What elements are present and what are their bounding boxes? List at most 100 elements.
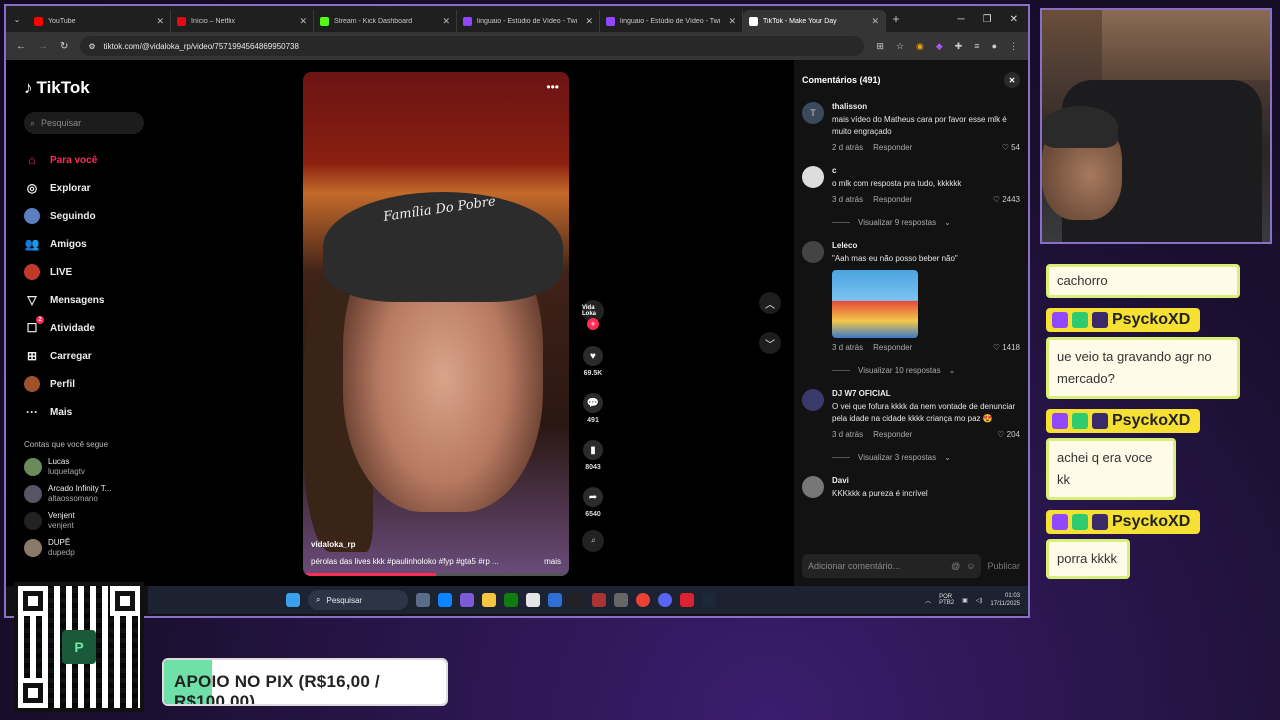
view-replies-button[interactable]: Visualizar 10 respostas ⌄ — [832, 366, 1020, 375]
sidebar-item-para-voce[interactable]: ⌂ Para você — [24, 146, 154, 174]
avatar[interactable] — [802, 476, 824, 498]
avatar[interactable] — [802, 389, 824, 411]
comment-like[interactable]: ♡ 54 — [1002, 143, 1020, 152]
browser-tab[interactable]: linguaio - Estúdio de Vídeo - Twi ✕ — [600, 10, 743, 32]
more-link[interactable]: mais — [544, 557, 561, 566]
taskbar-app-icon[interactable] — [504, 593, 518, 607]
following-account[interactable]: Venjent venjent — [24, 511, 154, 530]
taskbar-app-icon[interactable] — [482, 593, 496, 607]
following-account[interactable]: Lucas luquetagtv — [24, 457, 154, 476]
follow-plus-icon[interactable]: + — [587, 318, 599, 330]
view-replies-button[interactable]: Visualizar 9 respostas ⌄ — [832, 218, 1020, 227]
close-tab-icon[interactable]: ✕ — [585, 16, 593, 27]
close-window-icon[interactable]: ✕ — [1010, 14, 1018, 25]
profile-avatar-icon[interactable]: ● — [992, 41, 997, 52]
browser-tab[interactable]: Início – Netflix ✕ — [171, 10, 314, 32]
chevron-up-icon[interactable]: ︿ — [759, 292, 781, 314]
taskbar-app-icon[interactable] — [438, 593, 452, 607]
comment-like[interactable]: ♡ 1418 — [993, 343, 1020, 352]
reload-icon[interactable]: ↻ — [60, 41, 68, 52]
close-comments-icon[interactable]: ✕ — [1004, 72, 1020, 88]
comment-input[interactable]: Adicionar comentário... @ ☺ — [802, 554, 982, 578]
sidebar-item-atividade[interactable]: ☐ 2 Atividade — [24, 314, 154, 342]
comment-like[interactable]: ♡ 2443 — [993, 195, 1020, 204]
comment-like[interactable]: ♡ 204 — [997, 430, 1020, 439]
minimize-icon[interactable]: ─ — [958, 14, 965, 25]
chrome-icon[interactable] — [636, 593, 650, 607]
close-tab-icon[interactable]: ✕ — [442, 16, 450, 27]
back-icon[interactable]: ← — [16, 41, 26, 52]
avatar[interactable]: T — [802, 102, 824, 124]
taskbar-app-icon[interactable] — [570, 593, 584, 607]
browser-tab[interactable]: YouTube ✕ — [28, 10, 171, 32]
browser-tab[interactable]: linguaio - Estúdio de Vídeo - Twi ✕ — [457, 10, 600, 32]
close-tab-icon[interactable]: ✕ — [299, 16, 307, 27]
taskbar-app-icon[interactable] — [614, 593, 628, 607]
url-field[interactable]: ⚙ tiktok.com/@vidaloka_rp/video/75719945… — [80, 36, 865, 56]
sidebar-item-mais[interactable]: ··· Mais — [24, 398, 154, 426]
taskbar-app-icon[interactable] — [526, 593, 540, 607]
comment-gif[interactable] — [832, 270, 918, 338]
taskbar-app-icon[interactable] — [548, 593, 562, 607]
sidebar-item-mensagens[interactable]: ▽ Mensagens — [24, 286, 154, 314]
forward-icon[interactable]: → — [38, 41, 48, 52]
tiktok-logo[interactable]: ♪ TikTok — [24, 78, 154, 98]
chevron-down-icon[interactable]: ﹀ — [759, 332, 781, 354]
taskbar-app-icon[interactable] — [592, 593, 606, 607]
mention-icon[interactable]: @ — [951, 561, 960, 571]
taskbar-clock[interactable]: 01:03 17/11/2025 — [990, 592, 1020, 608]
site-info-icon[interactable]: ⚙ — [88, 42, 95, 51]
install-icon[interactable]: ⊞ — [876, 41, 884, 52]
discord-icon[interactable] — [658, 593, 672, 607]
sidebar-item-seguindo[interactable]: Seguindo — [24, 202, 154, 230]
media-icon[interactable]: ≡ — [974, 41, 979, 52]
steam-icon[interactable] — [702, 593, 716, 607]
sound-disc-icon[interactable]: ♫ — [582, 530, 604, 552]
rss-icon[interactable]: ◉ — [916, 41, 924, 52]
taskbar-search[interactable]: ⌕ Pesquisar — [308, 590, 408, 610]
close-tab-icon[interactable]: ✕ — [728, 16, 736, 27]
sidebar-item-amigos[interactable]: 👥 Amigos — [24, 230, 154, 258]
browser-tab[interactable]: Stream - Kick Dashboard ✕ — [314, 10, 457, 32]
avatar[interactable] — [802, 166, 824, 188]
reply-button[interactable]: Responder — [873, 143, 912, 152]
following-account[interactable]: DUPÊ dupedp — [24, 538, 154, 557]
avatar[interactable] — [802, 241, 824, 263]
search-input[interactable]: ⌕ Pesquisar — [24, 112, 144, 134]
publish-button[interactable]: Publicar — [987, 561, 1020, 571]
browser-menu-icon[interactable]: ⋮ — [1009, 41, 1018, 52]
share-action[interactable]: ➦ 6540 — [583, 487, 603, 518]
windows-start-icon[interactable] — [286, 593, 300, 607]
bookmark-star-icon[interactable]: ☆ — [896, 41, 904, 52]
sidebar-item-explorar[interactable]: ◎ Explorar — [24, 174, 154, 202]
sidebar-item-perfil[interactable]: Perfil — [24, 370, 154, 398]
video-username[interactable]: vidaloka_rp — [311, 540, 561, 549]
video-player[interactable]: Família Do Pobre ••• vidaloka_rp pérolas… — [303, 72, 569, 576]
restore-icon[interactable]: ❐ — [983, 14, 992, 25]
taskbar-app-icon[interactable] — [416, 593, 430, 607]
sidebar-item-live[interactable]: LIVE — [24, 258, 154, 286]
volume-icon[interactable]: ◁) — [976, 597, 983, 604]
browser-tab-active[interactable]: TikTok - Make Your Day ✕ — [743, 10, 886, 32]
network-icon[interactable]: ▣ — [962, 597, 968, 604]
emoji-icon[interactable]: ☺ — [966, 561, 975, 571]
puzzle-icon[interactable]: ✚ — [955, 41, 963, 52]
reply-button[interactable]: Responder — [873, 195, 912, 204]
reply-button[interactable]: Responder — [873, 343, 912, 352]
tab-search-dropdown[interactable]: ⌄ — [6, 15, 28, 24]
taskbar-app-icon[interactable] — [680, 593, 694, 607]
close-tab-icon[interactable]: ✕ — [156, 16, 164, 27]
video-progress-bar[interactable] — [303, 573, 569, 576]
like-action[interactable]: ♥ 69.5K — [583, 346, 603, 377]
view-replies-button[interactable]: Visualizar 3 respostas ⌄ — [832, 453, 1020, 462]
following-account[interactable]: Arcado Infinity T... altaossomano — [24, 484, 154, 503]
save-action[interactable]: ▮ 8043 — [583, 440, 603, 471]
new-tab-button[interactable]: + — [886, 12, 906, 26]
taskbar-app-icon[interactable] — [460, 593, 474, 607]
extension-icon[interactable]: ◆ — [936, 41, 943, 52]
video-options-icon[interactable]: ••• — [546, 80, 559, 94]
close-tab-icon[interactable]: ✕ — [871, 16, 879, 27]
reply-button[interactable]: Responder — [873, 430, 912, 439]
chevron-up-icon[interactable]: ︿ — [925, 596, 931, 605]
comment-action[interactable]: 💬 491 — [583, 393, 603, 424]
